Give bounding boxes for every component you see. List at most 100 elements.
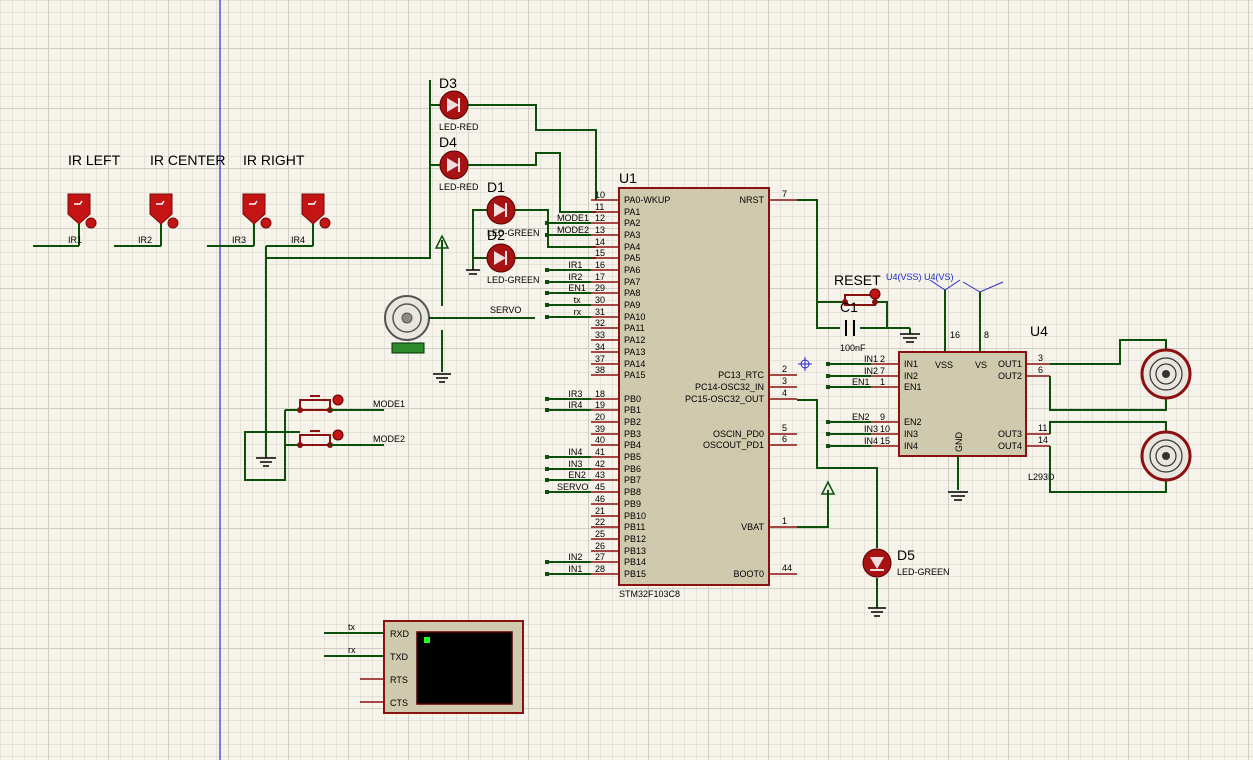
mcu-pin-name: PB3 [624, 429, 641, 439]
ir-sensor-2[interactable]: IR2 [114, 193, 179, 247]
led-d5[interactable]: D5 LED-GREEN [862, 547, 950, 578]
driver-pin-number: 15 [880, 436, 890, 446]
driver-ref: U4 [1030, 323, 1048, 339]
mcu-pin-number: 14 [595, 237, 605, 247]
mcu-pin-name: PB12 [624, 534, 646, 544]
mcu-pin-name: PA3 [624, 230, 640, 240]
led-d4-type: LED-RED [439, 182, 479, 192]
mcu-pin-number: 42 [595, 459, 605, 469]
mcu-pin-number: 18 [595, 389, 605, 399]
driver-pin-number: 11 [1038, 423, 1047, 433]
schematic-canvas[interactable]: IR LEFT IR CENTER IR RIGHT IR1 IR2 IR3 I… [0, 0, 1253, 760]
mcu-pin-number: 20 [595, 412, 605, 422]
mcu-pin-number: 32 [595, 318, 605, 328]
cap-ref: C1 [840, 299, 858, 315]
motor-1[interactable] [1049, 339, 1192, 411]
mcu-net-label: MODE1 [557, 213, 589, 223]
mcu-pin-name: PA1 [624, 207, 640, 217]
mcu-pin-number: 21 [595, 506, 605, 516]
driver-gnd: GND [954, 432, 964, 453]
mcu-pin-name: PA8 [624, 288, 640, 298]
driver-net-label: IN1 [864, 354, 878, 364]
driver-pin-number: 2 [880, 354, 885, 364]
driver-pin-number: 6 [1038, 365, 1043, 375]
mcu-pin-name: NRST [740, 195, 765, 205]
mcu-pin-number: 34 [595, 342, 605, 352]
ir-sensor-3[interactable]: IR3 [207, 193, 272, 247]
mcu-pin-number: 41 [595, 447, 605, 457]
driver-net-label: EN2 [852, 412, 870, 422]
mode2-button[interactable]: MODE2 [297, 429, 405, 448]
mcu-pin-name: PA12 [624, 335, 645, 345]
mode1-label: MODE1 [373, 399, 405, 409]
ir4-label: IR4 [291, 235, 305, 245]
mcu-pin-number: 29 [595, 283, 605, 293]
mcu-pin-name: PB10 [624, 511, 646, 521]
driver-pin-name: IN1 [904, 359, 918, 369]
driver-pin-number: 14 [1038, 435, 1048, 445]
driver-u4[interactable]: U4(VSS) U4(VS) 16 8 U4 VSS VS GND L293D … [826, 272, 1055, 501]
driver-net-label: EN1 [852, 377, 870, 387]
wires-left [244, 80, 431, 481]
mcu-pin-number: 1 [782, 516, 787, 526]
ir-sensor-4[interactable]: IR4 [266, 193, 331, 247]
driver-pin-number: 9 [880, 412, 885, 422]
virtual-terminal[interactable]: tx rx RXD TXD RTS CTS [324, 620, 524, 714]
mcu-net-label: tx [574, 295, 582, 305]
mcu-pin-name: PA11 [624, 323, 645, 333]
mcu-u1[interactable]: U1 STM32F103C8 10 PA0-WKUP11 PA112 PA2MODE1… [545, 170, 797, 599]
mcu-pin-name: PA5 [624, 253, 640, 263]
led-d3-ref: D3 [439, 75, 457, 91]
mcu-net-label: IR3 [568, 389, 582, 399]
mcu-pin-name: PB8 [624, 487, 641, 497]
led-d5-ref: D5 [897, 547, 915, 563]
driver-vss: VSS [935, 360, 953, 370]
ir2-label: IR2 [138, 235, 152, 245]
mcu-pin-name: OSCOUT_PD1 [703, 440, 764, 450]
mcu-net-label: IR4 [568, 400, 582, 410]
ir-sensor-1[interactable]: IR1 [33, 193, 97, 247]
led-d5-type: LED-GREEN [897, 567, 950, 577]
terminal-screen [416, 631, 513, 705]
mcu-pin-number: 11 [595, 202, 604, 212]
mcu-pin-name: PC13_RTC [718, 370, 764, 380]
mcu-pin-name: PB1 [624, 405, 641, 415]
driver-net-label: IN3 [864, 424, 878, 434]
driver-pin-name: EN2 [904, 417, 922, 427]
cap-value: 100nF [840, 343, 866, 353]
terminal-pin-cts: CTS [390, 698, 408, 708]
mcu-pin-number: 4 [782, 388, 787, 398]
ir1-label: IR1 [68, 235, 82, 245]
mcu-pin-number: 5 [782, 423, 787, 433]
mcu-pin-number: 26 [595, 541, 605, 551]
led-d4[interactable]: D4 LED-RED [430, 134, 596, 213]
driver-net-label: IN2 [864, 366, 878, 376]
mcu-pin-name: PC14-OSC32_IN [695, 382, 764, 392]
mcu-pin-name: PB15 [624, 569, 646, 579]
schematic: IR LEFT IR CENTER IR RIGHT IR1 IR2 IR3 I… [33, 0, 1192, 760]
mcu-pin-name: PB11 [624, 522, 645, 532]
motor-2[interactable] [1049, 421, 1192, 493]
mcu-pin-number: 40 [595, 435, 605, 445]
mode2-label: MODE2 [373, 434, 405, 444]
mcu-ref: U1 [619, 170, 637, 186]
mcu-net-label: EN2 [568, 470, 586, 480]
mcu-pin-name: PB5 [624, 452, 641, 462]
terminal-indicator [424, 637, 430, 643]
mcu-pin-name: PA13 [624, 347, 645, 357]
mcu-pin-number: 12 [595, 213, 605, 223]
mcu-pin-number: 15 [595, 248, 605, 258]
mcu-net-label: IR2 [568, 272, 582, 282]
capacitor-c1[interactable]: C1 100nF [840, 299, 866, 353]
mcu-pin-name: PB7 [624, 475, 641, 485]
mcu-pin-name: PC15-OSC32_OUT [685, 394, 765, 404]
led-d2-ref: D2 [487, 227, 505, 243]
mcu-pin-number: 6 [782, 434, 787, 444]
mcu-pin-number: 39 [595, 424, 605, 434]
ir-right-header: IR RIGHT [243, 152, 305, 168]
mcu-pin-number: 7 [782, 189, 787, 199]
mode1-button[interactable]: MODE1 [297, 394, 405, 413]
mcu-pin-number: 31 [595, 307, 605, 317]
mcu-pin-name: PB0 [624, 394, 641, 404]
ir-center-header: IR CENTER [150, 152, 225, 168]
